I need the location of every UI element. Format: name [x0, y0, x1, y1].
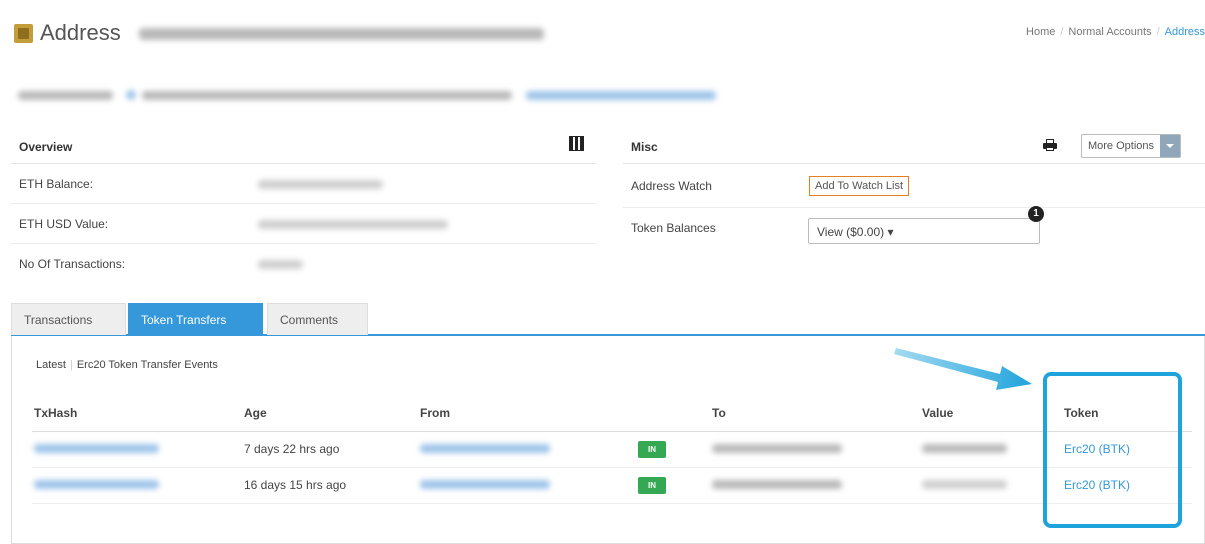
to-cell [710, 431, 920, 468]
breadcrumb-separator: / [1156, 26, 1160, 38]
transfers-subheading: Latest | Erc20 Token Transfer Events [36, 359, 218, 371]
value-amount [922, 480, 1007, 489]
table-row: 7 days 22 hrs ago IN Erc20 (BTK) [32, 431, 1192, 468]
eth-usd-value-label: ETH USD Value: [19, 217, 109, 231]
column-from: From [418, 396, 636, 432]
column-txhash: TxHash [32, 396, 242, 432]
breadcrumb-home[interactable]: Home [1026, 26, 1055, 38]
redacted-text [18, 91, 113, 100]
tab-token-transfers[interactable]: Token Transfers [128, 303, 263, 335]
to-address [712, 444, 842, 453]
txhash-cell [32, 431, 242, 468]
more-options-button[interactable]: More Options [1080, 134, 1181, 158]
age-cell: 7 days 22 hrs ago [242, 431, 418, 468]
tab-comments[interactable]: Comments [267, 303, 368, 335]
address-watch-label: Address Watch [631, 179, 712, 193]
address-subline-redacted [18, 88, 718, 102]
arrow-shape [894, 348, 1032, 390]
subheading-separator: | [69, 359, 73, 371]
page-title: Address [40, 20, 121, 45]
token-balances-dropdown[interactable]: View ($0.00) ▾ [808, 218, 1040, 244]
direction-cell: IN [636, 431, 710, 468]
from-address-link[interactable] [420, 444, 550, 453]
in-badge: IN [638, 476, 666, 494]
from-cell [418, 431, 636, 468]
address-logo-icon [14, 24, 33, 43]
overview-header: Overview [11, 128, 596, 164]
token-balances-label: Token Balances [631, 221, 716, 235]
more-options-label: More Options [1087, 140, 1154, 152]
value-cell [920, 467, 1062, 504]
column-to: To [710, 396, 920, 432]
eth-balance-row: ETH Balance: [11, 164, 596, 204]
redacted-icon [126, 90, 136, 100]
divider [623, 207, 1205, 208]
overview-heading: Overview [19, 140, 73, 154]
from-address-link[interactable] [420, 480, 550, 489]
direction-cell: IN [636, 467, 710, 504]
in-badge: IN [638, 440, 666, 458]
token-transfers-table: TxHash Age From To Value Token 7 days 22… [32, 396, 1192, 504]
eth-usd-value-row: ETH USD Value: [11, 204, 596, 244]
chevron-down-icon [1160, 135, 1180, 157]
print-icon-tray [1046, 147, 1054, 151]
qr-code-icon[interactable] [569, 136, 584, 151]
breadcrumb: Home / Normal Accounts / Address [1026, 26, 1205, 38]
column-value: Value [920, 396, 1062, 432]
table-row: 16 days 15 hrs ago IN Erc20 (BTK) [32, 467, 1192, 504]
eth-balance-label: ETH Balance: [19, 177, 94, 191]
page-header: Address Home / Normal Accounts / Address [14, 16, 1205, 52]
address-hash-redacted [139, 28, 544, 40]
age-cell: 16 days 15 hrs ago [242, 467, 418, 504]
transactions-count-value [258, 260, 303, 269]
misc-heading: Misc [631, 140, 658, 154]
column-age: Age [242, 396, 418, 432]
transactions-count-row: No Of Transactions: [11, 244, 596, 284]
breadcrumb-current: Address [1164, 26, 1205, 38]
eth-balance-value [258, 180, 383, 189]
value-amount [922, 444, 1007, 453]
redacted-text [142, 91, 512, 100]
txhash-link[interactable] [34, 444, 159, 453]
breadcrumb-separator: / [1060, 26, 1064, 38]
print-icon[interactable] [1043, 139, 1057, 151]
token-column-highlight [1043, 372, 1182, 528]
transfers-subtitle: Erc20 Token Transfer Events [76, 359, 218, 371]
misc-header: Misc More Options [623, 128, 1205, 164]
tab-transactions[interactable]: Transactions [11, 303, 126, 335]
column-direction [636, 396, 710, 432]
txhash-cell [32, 467, 242, 504]
value-cell [920, 431, 1062, 468]
misc-panel: Misc More Options Address Watch Add To W… [623, 128, 1205, 244]
notification-badge: 1 [1028, 206, 1044, 222]
from-cell [418, 467, 636, 504]
table-header-row: TxHash Age From To Value Token [32, 396, 1192, 432]
annotation-arrow-icon [894, 348, 1032, 390]
txhash-link[interactable] [34, 480, 159, 489]
breadcrumb-normal-accounts[interactable]: Normal Accounts [1068, 26, 1151, 38]
redacted-link[interactable] [526, 91, 716, 100]
eth-usd-value-value [258, 220, 448, 229]
to-address [712, 480, 842, 489]
tab-bar: Transactions Token Transfers Comments [11, 303, 1205, 336]
latest-label: Latest [36, 359, 66, 371]
overview-panel: Overview ETH Balance: ETH USD Value: No … [11, 128, 596, 284]
transactions-count-label: No Of Transactions: [19, 257, 126, 271]
add-to-watch-list-button[interactable]: Add To Watch List [809, 176, 910, 196]
to-cell [710, 467, 920, 504]
